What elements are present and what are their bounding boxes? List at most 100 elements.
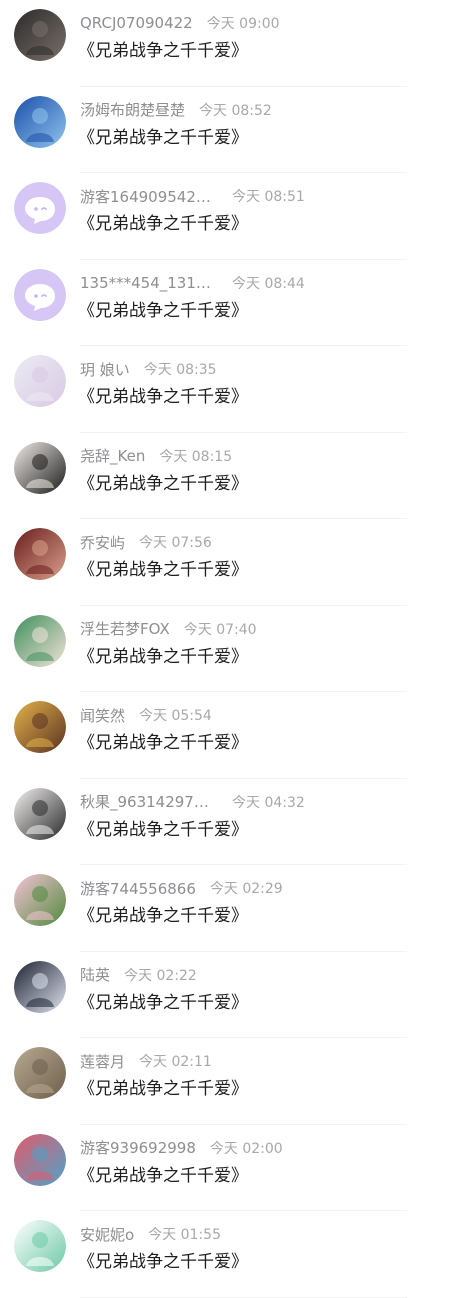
list-item[interactable]: 游客939692998 今天 02:00 《兄弟战争之千千爱》	[0, 1125, 459, 1211]
message-meta: 陆英 今天 02:22	[80, 965, 449, 985]
sender-name: 浮生若梦FOX	[80, 620, 170, 638]
list-item[interactable]: 尧辞_Ken 今天 08:15 《兄弟战争之千千爱》	[0, 433, 459, 519]
message-text: 《兄弟战争之千千爱》	[78, 473, 248, 494]
list-item[interactable]: QRCJ07090422 今天 09:00 《兄弟战争之千千爱》	[0, 0, 459, 87]
sender-name: 汤姆布朗楚昼楚	[80, 101, 186, 119]
message-time: 今天 09:00	[206, 16, 280, 32]
message-meta: 游客744556866 今天 02:29	[80, 878, 449, 898]
message-time: 今天 02:29	[209, 881, 283, 897]
message-text: 《兄弟战争之千千爱》	[78, 387, 248, 407]
message-time: 今天 02:22	[124, 967, 197, 984]
sender-name: 游客1649095421…	[80, 187, 218, 206]
avatar-image	[14, 355, 66, 407]
message-time: 今天 05:54	[139, 708, 212, 724]
message-time: 今天 01:55	[148, 1227, 221, 1243]
message-meta: 安妮妮o 今天 01:55	[80, 1224, 449, 1244]
message-time: 今天 02:00	[209, 1140, 283, 1157]
chat-bubble-icon	[14, 182, 66, 234]
avatar-image	[14, 1133, 66, 1186]
message-meta: 玥 娘い 今天 08:35	[80, 359, 449, 379]
sender-name: 莲蓉月	[80, 1052, 126, 1071]
message-time: 今天 08:35	[143, 362, 217, 378]
message-time: 今天 08:51	[232, 189, 305, 205]
green-monster-avatar[interactable]	[14, 1220, 66, 1272]
chat-bubble-icon[interactable]	[14, 268, 66, 321]
vintage-painting-avatar[interactable]	[14, 1047, 66, 1099]
sender-name: 闻笑然	[80, 706, 126, 725]
avatar-image	[14, 1047, 66, 1099]
list-item[interactable]: 陆英 今天 02:22 《兄弟战争之千千爱》	[0, 952, 459, 1038]
avatar-image	[14, 1220, 66, 1272]
ink-portrait-avatar[interactable]	[14, 787, 66, 840]
message-text: 《兄弟战争之千千爱》	[78, 733, 248, 753]
message-meta: 汤姆布朗楚昼楚 今天 08:52	[80, 100, 449, 120]
list-item[interactable]: 游客744556866 今天 02:29 《兄弟战争之千千爱》	[0, 865, 459, 952]
message-list: QRCJ07090422 今天 09:00 《兄弟战争之千千爱》 汤姆布朗楚昼楚…	[0, 0, 459, 1298]
list-item[interactable]: 莲蓉月 今天 02:11 《兄弟战争之千千爱》	[0, 1038, 459, 1125]
avatar-image	[14, 614, 66, 667]
sender-name: 秋果_963142978…	[80, 793, 218, 811]
child-portrait-avatar[interactable]	[14, 701, 66, 753]
message-text: 《兄弟战争之千千爱》	[78, 300, 248, 321]
message-text: 《兄弟战争之千千爱》	[78, 906, 248, 926]
message-time: 今天 02:11	[139, 1054, 212, 1070]
sender-name: QRCJ07090422	[80, 14, 193, 32]
night-figure-avatar[interactable]	[14, 960, 66, 1013]
message-meta: 浮生若梦FOX 今天 07:40	[80, 619, 449, 639]
message-time: 今天 08:15	[159, 448, 233, 465]
dark-photo-avatar[interactable]	[14, 9, 66, 61]
avatar-image	[14, 701, 66, 753]
green-portrait-avatar[interactable]	[14, 614, 66, 667]
message-text: 《兄弟战争之千千爱》	[78, 41, 248, 61]
red-hair-avatar[interactable]	[14, 528, 66, 580]
message-time: 今天 08:52	[199, 102, 272, 119]
list-item[interactable]: 汤姆布朗楚昼楚 今天 08:52 《兄弟战争之千千爱》	[0, 87, 459, 173]
sender-name: 陆英	[80, 966, 111, 984]
message-meta: 乔安屿 今天 07:56	[80, 532, 449, 552]
sender-name: 游客939692998	[80, 1139, 196, 1157]
message-time: 今天 08:44	[232, 275, 305, 292]
message-text: 《兄弟战争之千千爱》	[78, 819, 248, 840]
colorful-collage-avatar[interactable]	[14, 1133, 66, 1186]
message-meta: 游客1649095421… 今天 08:51	[80, 186, 449, 206]
list-item[interactable]: 135***454_1310… 今天 08:44 《兄弟战争之千千爱》	[0, 260, 459, 346]
cartoon-soldiers-avatar[interactable]	[14, 874, 66, 926]
sender-name: 乔安屿	[80, 533, 126, 552]
message-text: 《兄弟战争之千千爱》	[78, 1165, 248, 1186]
list-item[interactable]: 浮生若梦FOX 今天 07:40 《兄弟战争之千千爱》	[0, 606, 459, 692]
message-meta: 尧辞_Ken 今天 08:15	[80, 446, 449, 466]
divider	[80, 1296, 407, 1298]
chat-bubble-icon	[14, 268, 66, 321]
message-text: 《兄弟战争之千千爱》	[78, 646, 248, 667]
avatar-image	[14, 874, 66, 926]
message-text: 《兄弟战争之千千爱》	[78, 214, 248, 234]
blue-ice-avatar[interactable]	[14, 95, 66, 148]
list-item[interactable]: 乔安屿 今天 07:56 《兄弟战争之千千爱》	[0, 519, 459, 606]
sender-name: 135***454_1310…	[80, 273, 218, 292]
message-text: 《兄弟战争之千千爱》	[78, 560, 248, 580]
message-meta: 莲蓉月 今天 02:11	[80, 1051, 449, 1071]
message-time: 今天 07:40	[183, 621, 257, 638]
woman-black-dress-avatar[interactable]	[14, 441, 66, 494]
sender-name: 尧辞_Ken	[80, 447, 146, 465]
anime-girl-avatar[interactable]	[14, 355, 66, 407]
list-item[interactable]: 游客1649095421… 今天 08:51 《兄弟战争之千千爱》	[0, 173, 459, 260]
message-meta: 游客939692998 今天 02:00	[80, 1138, 449, 1158]
message-meta: 闻笑然 今天 05:54	[80, 705, 449, 725]
message-time: 今天 04:32	[232, 794, 305, 811]
list-item[interactable]: 玥 娘い 今天 08:35 《兄弟战争之千千爱》	[0, 346, 459, 433]
sender-name: 玥 娘い	[80, 360, 130, 379]
list-item[interactable]: 闻笑然 今天 05:54 《兄弟战争之千千爱》	[0, 692, 459, 779]
avatar-image	[14, 95, 66, 148]
avatar-image	[14, 441, 66, 494]
avatar-image	[14, 787, 66, 840]
message-text: 《兄弟战争之千千爱》	[78, 1079, 248, 1099]
list-item[interactable]: 秋果_963142978… 今天 04:32 《兄弟战争之千千爱》	[0, 779, 459, 865]
message-text: 《兄弟战争之千千爱》	[78, 127, 248, 148]
message-time: 今天 07:56	[139, 535, 212, 551]
message-text: 《兄弟战争之千千爱》	[78, 1252, 248, 1272]
message-meta: QRCJ07090422 今天 09:00	[80, 13, 449, 33]
message-meta: 135***454_1310… 今天 08:44	[80, 273, 449, 293]
list-item[interactable]: 安妮妮o 今天 01:55 《兄弟战争之千千爱》	[0, 1211, 459, 1298]
chat-bubble-icon[interactable]	[14, 182, 66, 234]
